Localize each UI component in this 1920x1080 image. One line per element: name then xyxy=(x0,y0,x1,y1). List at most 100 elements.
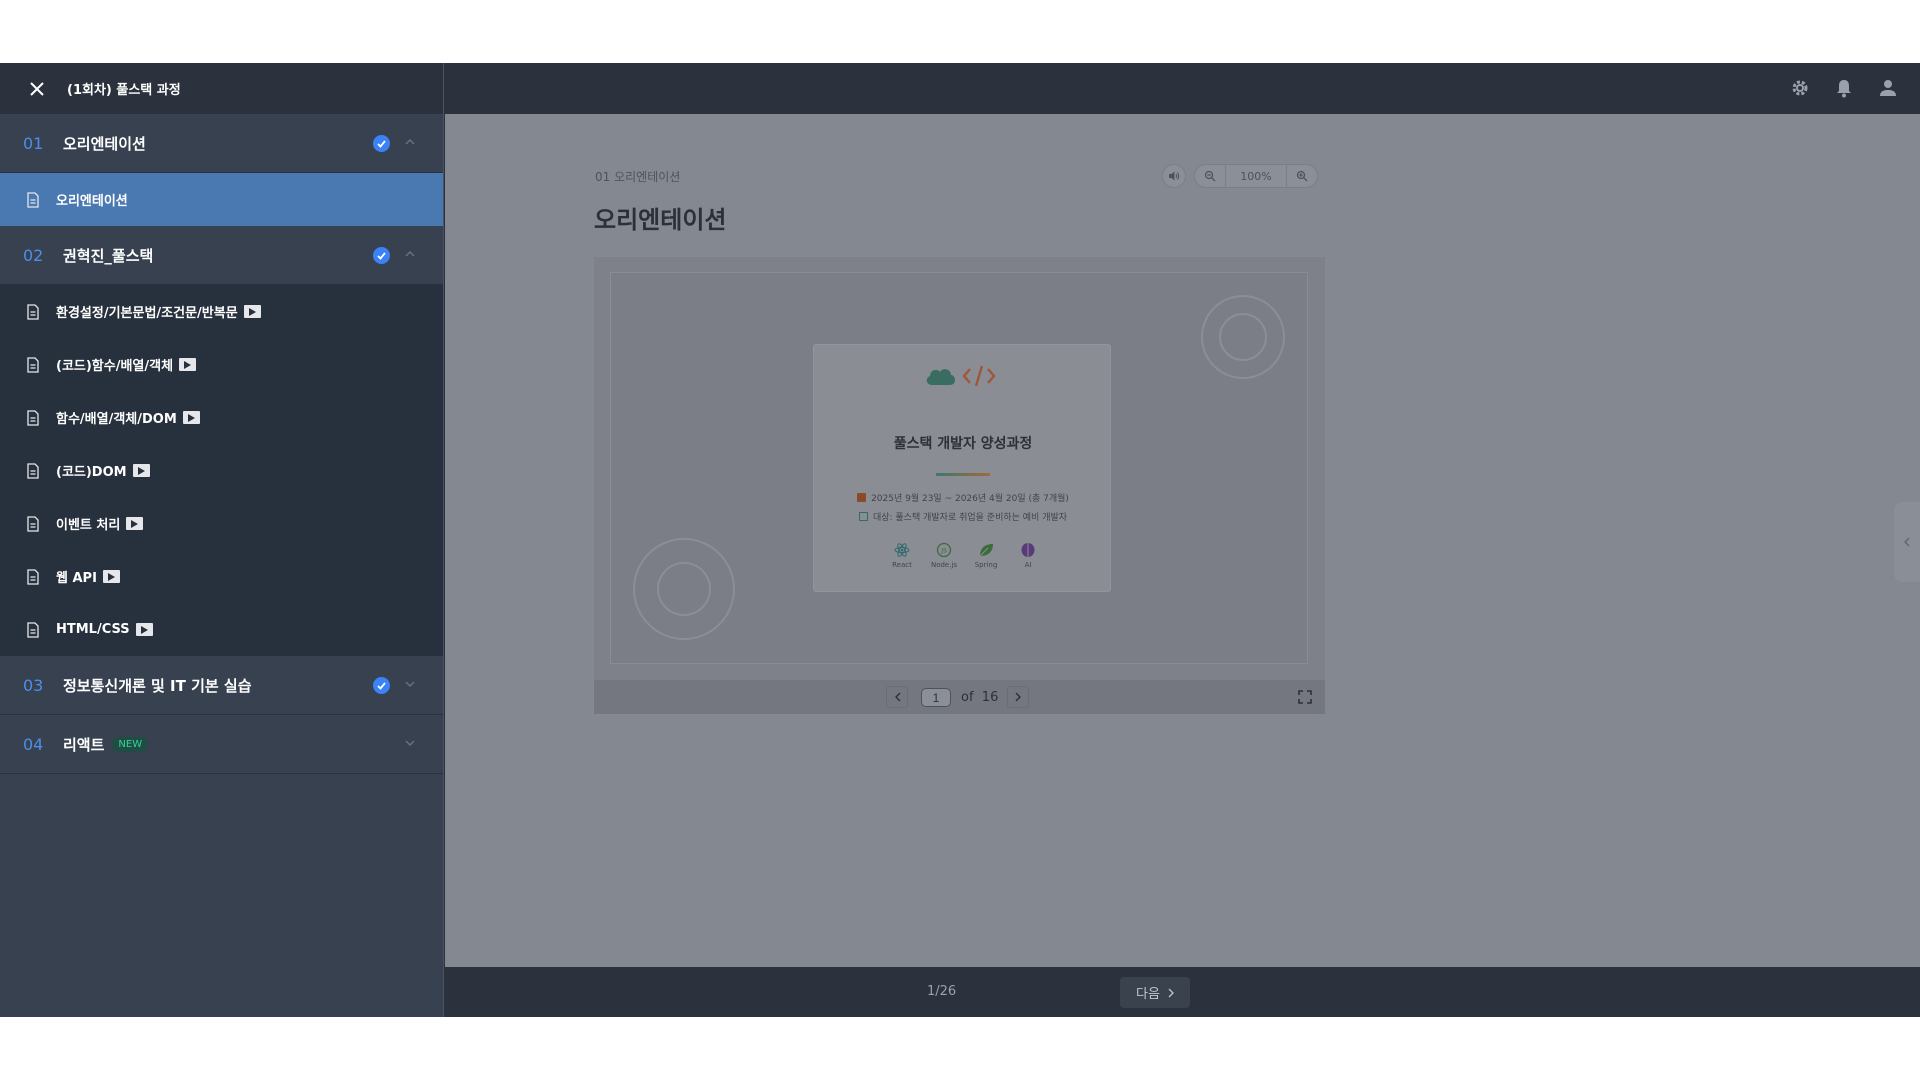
next-label: 다음 xyxy=(1136,987,1160,1002)
document-icon xyxy=(26,303,40,320)
tech-item: React xyxy=(890,542,914,569)
video-icon xyxy=(102,570,120,583)
lesson-item[interactable]: 웹 API xyxy=(0,550,443,603)
new-badge: NEW xyxy=(112,736,149,752)
section-header[interactable]: 03 정보통신개론 및 IT 기본 실습 xyxy=(0,656,443,715)
tech-stack: React JS Node.js Spring AI xyxy=(890,542,1040,569)
document-icon xyxy=(26,515,40,532)
document-icon xyxy=(26,621,40,638)
video-icon xyxy=(132,464,150,477)
chevron-down-icon[interactable] xyxy=(404,737,416,749)
target-icon xyxy=(858,512,868,521)
lesson-item[interactable]: 이벤트 처리 xyxy=(0,497,443,550)
tech-label: Node.js xyxy=(930,561,958,569)
document-icon xyxy=(26,356,40,373)
app-window: (1회차) 풀스택 과정 01 오리엔테이션 오리엔테이션 02 권혁진_풀스택… xyxy=(0,63,1920,1017)
slide-card: 풀스택 개발자 양성과정 2025년 9월 23일 ~ 2026년 4월 20일… xyxy=(813,344,1111,592)
lesson-item[interactable]: 오리엔테이션 xyxy=(0,173,443,226)
check-icon xyxy=(373,135,390,152)
lesson-item[interactable]: 환경설정/기본문법/조건문/반복문 xyxy=(0,285,443,338)
section-title: 리액트 xyxy=(63,735,105,754)
lesson-item[interactable]: (코드)DOM xyxy=(0,444,443,497)
video-icon xyxy=(182,411,200,424)
viewer-toolbar: 100% xyxy=(1162,164,1318,188)
slide-target: 대상: 풀스택 개발자로 취업을 준비하는 예비 개발자 xyxy=(814,510,1112,523)
check-icon xyxy=(373,677,390,694)
lesson-label: (코드)함수/배열/객체 xyxy=(56,359,174,374)
section-number: 03 xyxy=(23,675,44,695)
total-pages: 16 xyxy=(981,690,999,705)
tech-label: React xyxy=(892,561,912,569)
chevron-down-icon[interactable] xyxy=(404,678,416,690)
lesson-label: (코드)DOM xyxy=(56,465,127,480)
user-icon[interactable] xyxy=(1876,76,1900,100)
divider xyxy=(936,473,990,476)
chevron-left-icon xyxy=(894,692,900,702)
section-header[interactable]: 02 권혁진_풀스택 xyxy=(0,226,443,285)
tech-label: AI xyxy=(1024,561,1032,569)
chevron-up-icon[interactable] xyxy=(404,136,416,148)
lesson-progress: 1/26 xyxy=(927,984,957,999)
speaker-icon[interactable] xyxy=(1162,164,1186,188)
nodejs-icon: JS xyxy=(936,542,952,558)
chevron-right-icon xyxy=(1015,692,1021,702)
leaf-icon xyxy=(979,544,993,557)
tech-item: Spring xyxy=(974,542,998,569)
side-panel-toggle[interactable] xyxy=(1894,502,1920,582)
target-text: 대상: 풀스택 개발자로 취업을 준비하는 예비 개발자 xyxy=(872,513,1068,523)
top-icons xyxy=(1788,76,1900,100)
page-total: of 16 xyxy=(961,690,998,705)
page-number-input[interactable] xyxy=(921,688,951,707)
video-icon xyxy=(243,305,261,318)
decorative-circle xyxy=(1219,313,1267,361)
gear-icon[interactable] xyxy=(1788,76,1812,100)
of-label: of xyxy=(961,690,974,705)
svg-text:JS: JS xyxy=(940,548,947,555)
document-icon xyxy=(26,568,40,585)
lesson-item[interactable]: HTML/CSS xyxy=(0,603,443,656)
lesson-label: 이벤트 처리 xyxy=(56,518,121,533)
fullscreen-icon[interactable] xyxy=(1297,689,1313,705)
tech-item: AI xyxy=(1016,542,1040,569)
calendar-icon xyxy=(857,493,867,502)
section-title: 오리엔테이션 xyxy=(63,134,146,153)
course-title: (1회차) 풀스택 과정 xyxy=(67,83,181,98)
lesson-label: 오리엔테이션 xyxy=(56,194,128,209)
top-bar: (1회차) 풀스택 과정 xyxy=(0,63,1920,114)
lesson-item[interactable]: 함수/배열/객체/DOM xyxy=(0,391,443,444)
check-icon xyxy=(373,247,390,264)
chevron-left-icon xyxy=(1904,537,1910,547)
prev-page-button[interactable] xyxy=(886,686,908,708)
next-lesson-button[interactable]: 다음 xyxy=(1120,977,1190,1008)
lesson-label: 웹 API xyxy=(56,571,97,586)
page-title: 오리엔테이션 xyxy=(594,206,727,234)
video-icon xyxy=(179,358,197,371)
zoom-out-icon[interactable] xyxy=(1195,165,1225,187)
document-icon xyxy=(26,462,40,479)
decorative-circle xyxy=(657,562,711,616)
chevron-up-icon[interactable] xyxy=(404,248,416,260)
document-icon xyxy=(26,191,40,208)
cloud-code-logo xyxy=(926,365,996,387)
document-icon xyxy=(26,409,40,426)
slide-pagination: of 16 xyxy=(594,680,1325,714)
zoom-in-icon[interactable] xyxy=(1287,165,1317,187)
section-title: 권혁진_풀스택 xyxy=(63,246,154,265)
course-header: (1회차) 풀스택 과정 xyxy=(0,63,444,114)
period-text: 2025년 9월 23일 ~ 2026년 4월 20일 (총 7개월) xyxy=(871,494,1069,504)
section-header[interactable]: 01 오리엔테이션 xyxy=(0,114,443,173)
bottom-bar: 1/26 다음 xyxy=(445,967,1920,1017)
video-icon xyxy=(135,623,153,636)
section-header[interactable]: 04 리액트 NEW xyxy=(0,715,443,774)
next-page-button[interactable] xyxy=(1007,686,1029,708)
slide-canvas: 풀스택 개발자 양성과정 2025년 9월 23일 ~ 2026년 4월 20일… xyxy=(610,272,1308,664)
zoom-level: 100% xyxy=(1225,165,1287,187)
lesson-item[interactable]: (코드)함수/배열/객체 xyxy=(0,338,443,391)
close-icon[interactable] xyxy=(25,77,49,101)
brain-icon xyxy=(1021,543,1035,557)
bell-icon[interactable] xyxy=(1832,76,1856,100)
section-title: 정보통신개론 및 IT 기본 실습 xyxy=(63,676,252,695)
zoom-controls: 100% xyxy=(1194,164,1318,188)
lesson-label: 함수/배열/객체/DOM xyxy=(56,412,177,427)
tech-label: Spring xyxy=(974,561,998,569)
